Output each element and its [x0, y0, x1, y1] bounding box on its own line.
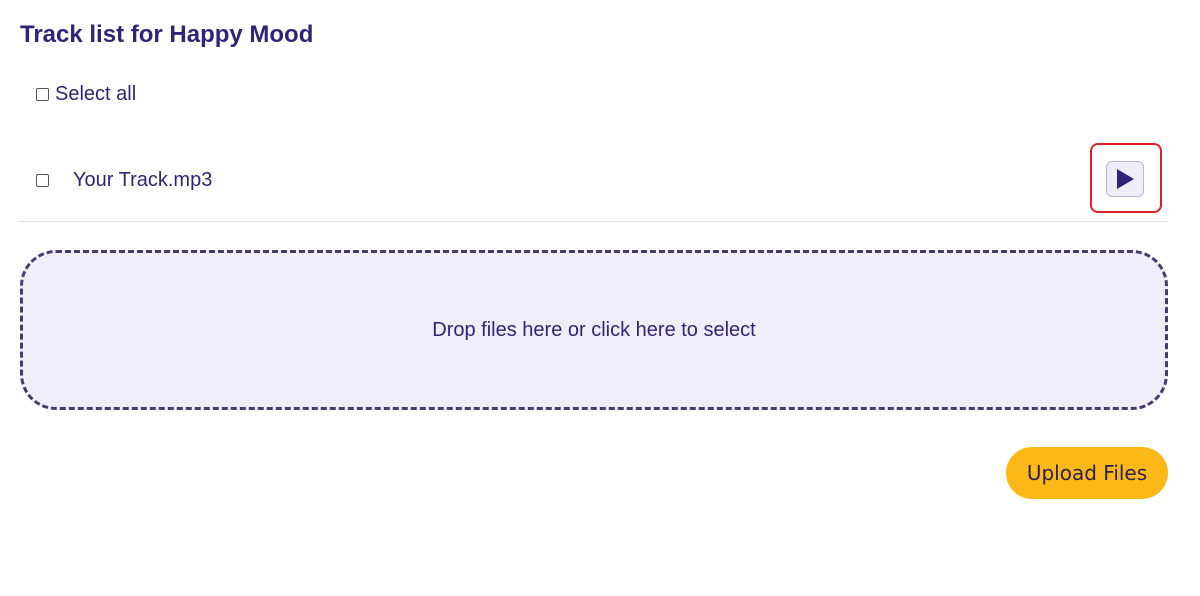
play-button[interactable]	[1106, 161, 1144, 197]
file-dropzone[interactable]: Drop files here or click here to select	[20, 250, 1168, 410]
track-row: Your Track.mp3	[18, 140, 1168, 222]
play-icon	[1117, 169, 1134, 189]
select-all-checkbox[interactable]	[36, 87, 49, 101]
page-title: Track list for Happy Mood	[20, 21, 314, 48]
track-name: Your Track.mp3	[73, 169, 213, 191]
select-all-control[interactable]: Select all	[36, 82, 136, 106]
select-all-label: Select all	[55, 82, 137, 105]
track-list-page: Track list for Happy Mood Select all You…	[0, 0, 1200, 596]
dropzone-text: Drop files here or click here to select	[432, 318, 756, 341]
upload-files-button[interactable]: Upload Files	[1006, 447, 1168, 499]
track-checkbox[interactable]	[36, 174, 49, 187]
